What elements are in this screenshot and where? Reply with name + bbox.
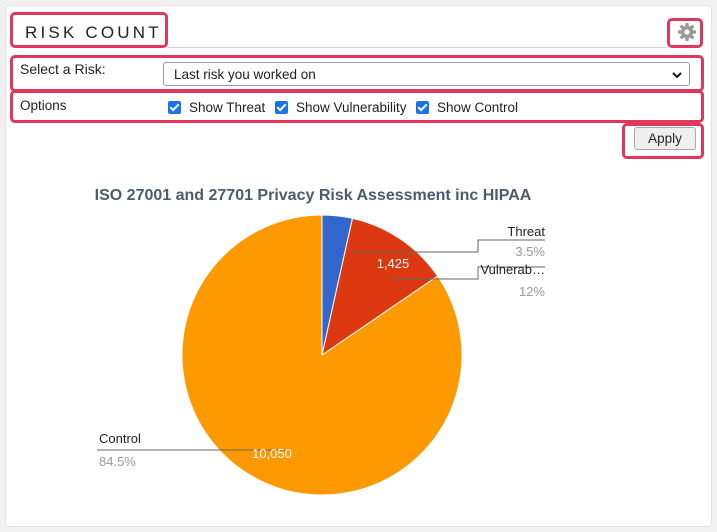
- percent-label-vulnerability: 12%: [519, 284, 545, 299]
- legend-label-control: Control: [99, 431, 141, 446]
- legend-label-vulnerability: Vulnerab…: [480, 262, 545, 277]
- value-label-control: 10,050: [252, 446, 292, 461]
- chart-title: ISO 27001 and 27701 Privacy Risk Assessm…: [95, 187, 532, 204]
- value-label-vulnerability: 1,425: [377, 256, 410, 271]
- risk-pie-chart: ISO 27001 and 27701 Privacy Risk Assessm…: [95, 187, 545, 496]
- percent-label-threat: 3.5%: [515, 244, 545, 259]
- legend-label-threat: Threat: [507, 224, 545, 239]
- percent-label-control: 84.5%: [99, 454, 136, 469]
